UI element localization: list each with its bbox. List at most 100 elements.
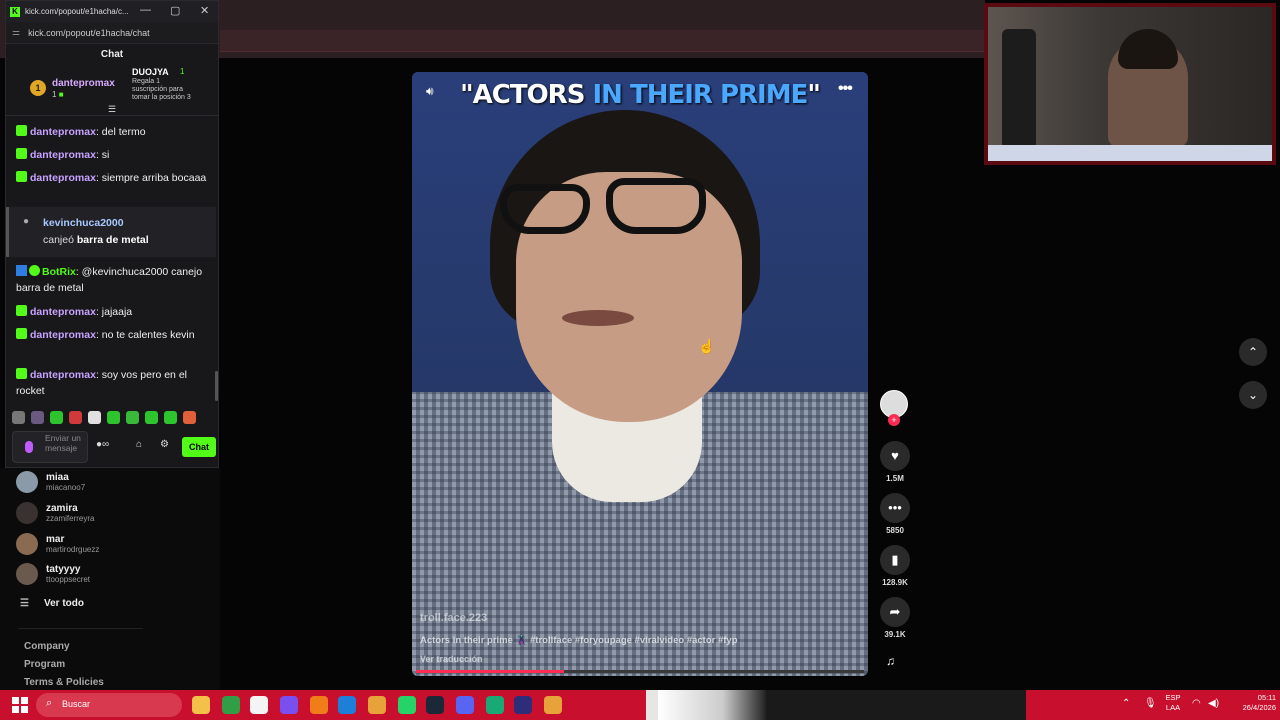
- discord-icon[interactable]: [456, 696, 474, 714]
- following-item[interactable]: zamira zzamiferreyra: [16, 499, 206, 527]
- chat-username[interactable]: dantepromax: [30, 126, 96, 138]
- minimize-icon[interactable]: —: [140, 4, 151, 16]
- mic-tray-icon[interactable]: 🎙︎: [1144, 698, 1157, 709]
- video-frame-glasses-right: [606, 178, 706, 234]
- chat-username[interactable]: dantepromax: [30, 369, 96, 381]
- store-app-icon[interactable]: [250, 696, 268, 714]
- blender-icon[interactable]: [310, 696, 328, 714]
- share-icon[interactable]: ➦: [880, 597, 910, 627]
- chat-username[interactable]: BotRix: [42, 266, 76, 278]
- send-chat-button[interactable]: Chat: [182, 437, 216, 457]
- video-description: Actors in their prime 🦹 #trollface #fory…: [420, 635, 738, 646]
- following-item[interactable]: miaa miacanoo7: [16, 468, 206, 496]
- taskbar-search[interactable]: ⌕ Buscar: [36, 693, 182, 717]
- leader-name[interactable]: DUOJYA: [132, 67, 169, 77]
- comment-action[interactable]: ••• 5850: [874, 493, 916, 535]
- chat-username[interactable]: dantepromax: [30, 149, 96, 161]
- verified-badge-icon: [29, 265, 40, 276]
- language-indicator[interactable]: ESP LAA: [1162, 693, 1184, 713]
- whatsapp-icon[interactable]: [398, 696, 416, 714]
- obs-icon[interactable]: [514, 696, 532, 714]
- points-icon[interactable]: ●∞: [96, 439, 109, 450]
- redeem-notice: ● kevinchuca2000 canjeó barra de metal: [6, 207, 216, 257]
- file-explorer-icon[interactable]: [192, 696, 210, 714]
- chat-username[interactable]: dantepromax: [30, 306, 96, 318]
- footer-link-terms[interactable]: Terms & Policies: [24, 677, 104, 688]
- sub-badge-icon: [16, 328, 27, 339]
- clock[interactable]: 05:11 26/4/2026: [1226, 693, 1276, 713]
- gifter-name[interactable]: dantepromax: [52, 78, 115, 89]
- windows-start-icon[interactable]: [12, 697, 28, 713]
- emote-icon[interactable]: [31, 411, 44, 424]
- chat-text: : si: [95, 149, 110, 161]
- bookmark-icon[interactable]: ▮: [880, 545, 910, 575]
- more-options-icon[interactable]: •••: [838, 80, 853, 98]
- emote-icon[interactable]: [183, 411, 196, 424]
- video-player[interactable]: "ACTORS IN THEIR PRIME" 🔊︎ ••• ☝ troll.f…: [412, 72, 868, 676]
- close-icon[interactable]: ✕: [200, 4, 209, 17]
- gifter-count-value: 1: [52, 90, 57, 99]
- like-count: 1.5M: [886, 474, 904, 483]
- footer-link-program[interactable]: Program: [24, 659, 65, 670]
- site-settings-icon[interactable]: ⚌: [12, 27, 20, 38]
- chat-text: : siempre arriba bocaaa: [95, 172, 207, 184]
- chat-username[interactable]: dantepromax: [30, 172, 96, 184]
- chat-input[interactable]: Enviar un mensaje: [12, 431, 88, 463]
- clock-time: 05:11: [1257, 693, 1276, 702]
- save-action[interactable]: ▮ 128.9K: [874, 545, 916, 587]
- list-icon: ☰: [20, 598, 29, 609]
- avatar: [16, 563, 38, 585]
- next-video-button[interactable]: ⌄: [1239, 381, 1267, 409]
- emote-icon[interactable]: [12, 411, 25, 424]
- xbox-icon[interactable]: [222, 696, 240, 714]
- windows-taskbar: ⌕ Buscar: [0, 690, 1280, 720]
- emote-icon[interactable]: [50, 411, 63, 424]
- sub-badge-icon: [16, 125, 27, 136]
- follow-plus-icon[interactable]: +: [888, 414, 900, 426]
- url-text: kick.com/popout/e1hacha/chat: [28, 27, 150, 38]
- expand-icon[interactable]: ☰: [108, 104, 116, 115]
- emote-icon[interactable]: [69, 411, 82, 424]
- emote-icon[interactable]: [88, 411, 101, 424]
- footer-link-company[interactable]: Company: [24, 641, 70, 652]
- chrome-icon[interactable]: [544, 696, 562, 714]
- wifi-icon[interactable]: ◠: [1192, 698, 1201, 709]
- previous-video-button[interactable]: ⌃: [1239, 338, 1267, 366]
- translate-link[interactable]: Ver traducción: [420, 654, 483, 664]
- tray-chevron-icon[interactable]: ⌃: [1122, 698, 1130, 709]
- edge-icon[interactable]: [338, 696, 356, 714]
- volume-icon[interactable]: 🔊︎: [426, 84, 434, 99]
- following-item[interactable]: tatyyyy ttooppsecret: [16, 560, 206, 588]
- emote-icon[interactable]: [145, 411, 158, 424]
- chat-scrollbar[interactable]: [215, 371, 218, 401]
- volume-tray-icon[interactable]: ◀︎): [1208, 698, 1219, 709]
- video-author[interactable]: troll.face.223: [420, 612, 487, 624]
- gifter-leaderboard: 1 dantepromax 1 ■ DUOJYA 1 Regala 1 susc…: [6, 66, 218, 116]
- video-progress-bar[interactable]: [416, 670, 864, 673]
- store-icon[interactable]: ⌂: [136, 439, 142, 450]
- view-all-link[interactable]: ☰ Ver todo: [20, 598, 84, 609]
- chrome-icon[interactable]: [368, 696, 386, 714]
- webcam-desk: [988, 145, 1272, 161]
- emote-icon[interactable]: [126, 411, 139, 424]
- steam-icon[interactable]: [426, 696, 444, 714]
- address-bar[interactable]: ⚌ kick.com/popout/e1hacha/chat: [6, 22, 218, 44]
- heart-icon[interactable]: ♥: [880, 441, 910, 471]
- like-action[interactable]: ♥ 1.5M: [874, 441, 916, 483]
- mic-icon[interactable]: [25, 441, 33, 453]
- comment-icon[interactable]: •••: [880, 493, 910, 523]
- taskbar-wallpaper-area: [766, 690, 1026, 720]
- redeem-user[interactable]: kevinchuca2000: [43, 217, 124, 229]
- sub-badge-icon: [16, 368, 27, 379]
- share-action[interactable]: ➦ 39.1K: [874, 597, 916, 639]
- following-item[interactable]: mar martirodrguezz: [16, 530, 206, 558]
- emote-icon[interactable]: [164, 411, 177, 424]
- emote-icon[interactable]: [107, 411, 120, 424]
- maximize-icon[interactable]: ▢: [170, 4, 180, 17]
- following-name: mar: [46, 533, 65, 545]
- app-icon[interactable]: [280, 696, 298, 714]
- chat-username[interactable]: dantepromax: [30, 329, 96, 341]
- app-icon[interactable]: [486, 696, 504, 714]
- gear-icon[interactable]: ⚙: [160, 439, 169, 450]
- music-disc-icon[interactable]: ♫: [886, 654, 904, 672]
